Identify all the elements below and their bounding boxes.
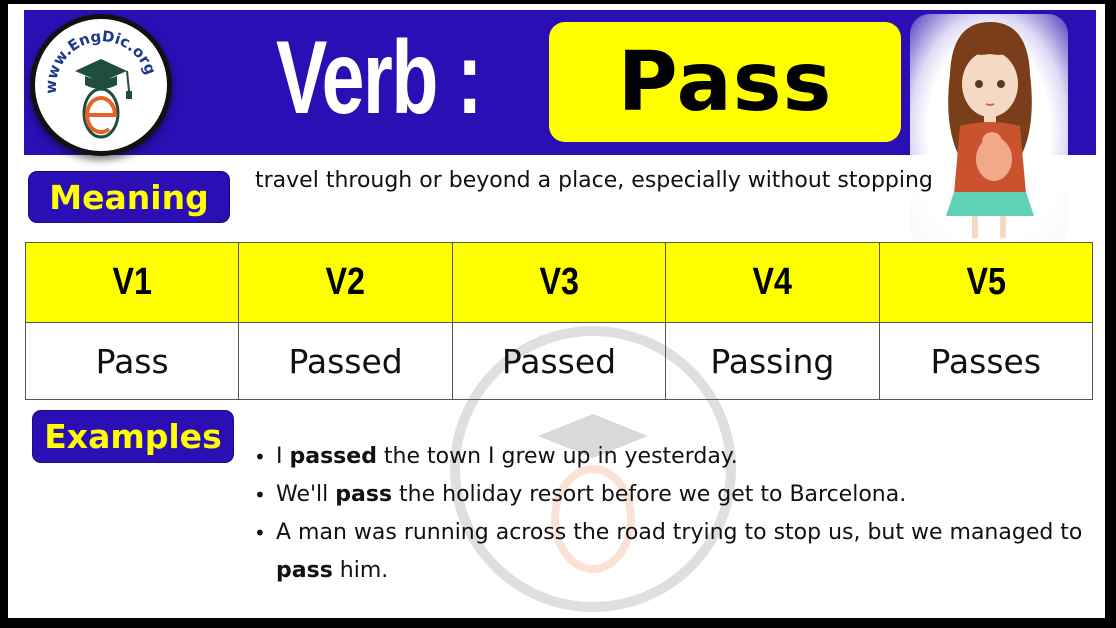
example-highlight: pass: [335, 482, 393, 507]
table-cell: Passes: [878, 322, 1094, 400]
table-header-row: V1 V2 V3 V4 V5: [24, 242, 1094, 323]
example-item: We'll pass the holiday resort before we …: [252, 476, 1092, 514]
table-header-cell: V1: [24, 242, 240, 323]
table-header-cell: V4: [665, 242, 880, 323]
girl-illustration: [910, 14, 1068, 246]
example-highlight: pass: [276, 558, 333, 583]
table-header-cell: V2: [238, 242, 453, 323]
examples-list: I passed the town I grew up in yesterday…: [252, 438, 1092, 590]
page-frame: www.EngDic.org Verb : Pass Meaning trave…: [8, 4, 1105, 618]
table-cell: Pass: [24, 322, 240, 400]
girl-with-cat-icon: [946, 22, 1034, 238]
example-highlight: passed: [289, 444, 377, 469]
table-cell: Passed: [238, 322, 453, 400]
table-row: Pass Passed Passed Passing Passes: [24, 322, 1094, 400]
logo-graphic-icon: www.EngDic.org: [42, 27, 160, 139]
graduation-cap-icon: [75, 59, 127, 82]
table-cell: Passing: [665, 322, 880, 400]
example-item: A man was running across the road trying…: [252, 514, 1092, 590]
word-highlight-box: Pass: [549, 22, 901, 142]
table-cell: Passed: [451, 322, 667, 400]
meaning-text: travel through or beyond a place, especi…: [255, 168, 933, 193]
engdic-logo: www.EngDic.org: [30, 14, 172, 156]
examples-label: Examples: [32, 410, 234, 463]
title-verb-label: Verb :: [276, 20, 482, 136]
table-header-cell: V3: [451, 242, 667, 323]
table-header-cell: V5: [878, 242, 1094, 323]
verb-forms-table: V1 V2 V3 V4 V5 Pass Passed Passed Passin…: [24, 242, 1094, 400]
meaning-label: Meaning: [28, 171, 230, 223]
example-item: I passed the town I grew up in yesterday…: [252, 438, 1092, 476]
verb-word: Pass: [617, 34, 833, 130]
